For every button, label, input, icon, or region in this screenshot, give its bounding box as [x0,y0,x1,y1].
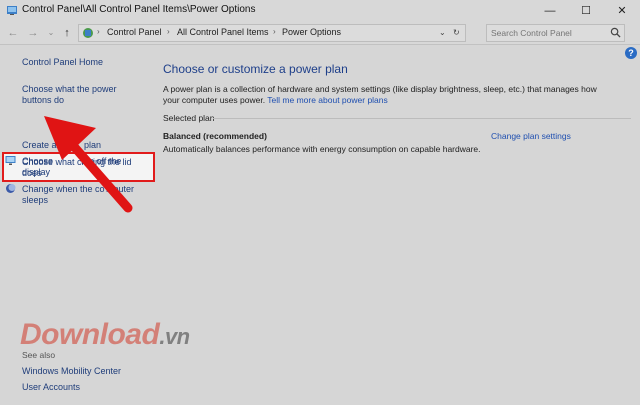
refresh-icon[interactable]: ↻ [453,28,460,37]
sidebar-home-link[interactable]: Control Panel Home [22,57,103,68]
selected-plan-label: Selected plan [163,113,215,123]
sidebar-link-power-buttons[interactable]: Choose what the power buttons do [22,84,117,106]
sidebar-link-create-plan-part[interactable]: Create a [22,140,57,151]
close-button[interactable]: ✕ [604,0,640,22]
sidebar-link-sleep-part[interactable]: mputer [106,184,134,195]
plan-name: Balanced (recommended) [163,131,267,141]
crumb-power-options[interactable]: Power Options [282,27,341,37]
control-panel-icon [7,6,17,15]
learn-more-link[interactable]: Tell me more about power plans [267,95,387,105]
watermark-suffix: .vn [159,324,190,349]
crumb-control-panel[interactable]: Control Panel [107,27,162,37]
sidebar-link-sleep-part[interactable]: sleeps [22,195,48,206]
power-options-window: Control Panel\All Control Panel Items\Po… [0,0,640,405]
monitor-icon [5,156,16,165]
chevron-right-icon: › [97,27,100,36]
sidebar-link-sleep-part[interactable]: Change when the co [22,184,105,195]
title-bar: Control Panel\All Control Panel Items\Po… [0,0,640,22]
chevron-right-icon: › [273,27,276,36]
window-title: Control Panel\All Control Panel Items\Po… [22,4,256,15]
sidebar-link-mobility-center[interactable]: Windows Mobility Center [22,366,121,377]
sidebar-link-create-plan-part[interactable]: plan [84,140,101,151]
watermark-logo: Download.vn [20,318,190,352]
change-plan-settings-link[interactable]: Change plan settings [491,131,571,141]
back-arrow-icon[interactable]: ← [6,26,20,40]
page-title: Choose or customize a power plan [163,62,348,76]
plan-description: Automatically balances performance with … [163,144,481,154]
forward-arrow-icon[interactable]: → [26,26,40,40]
watermark-text: Download [20,318,160,351]
minimize-button[interactable]: — [532,0,568,22]
moon-icon [6,184,16,193]
link-text: Choose what the power [22,84,117,94]
search-input[interactable] [491,26,601,39]
page-description: A power plan is a collection of hardware… [163,84,603,106]
search-box[interactable] [486,24,625,42]
recent-locations-icon[interactable]: ⌄ [44,26,58,40]
sidebar-link-display-part[interactable]: display [22,167,50,178]
sidebar-link-user-accounts[interactable]: User Accounts [22,382,80,393]
sidebar-link-display-part[interactable]: Choose [22,156,53,167]
help-icon[interactable]: ? [625,47,637,59]
breadcrumb[interactable]: › Control Panel › All Control Panel Item… [78,24,466,42]
up-arrow-icon[interactable]: ↑ [60,26,74,40]
control-panel-icon [83,28,93,38]
chevron-down-icon[interactable]: ⌄ [439,28,446,37]
address-bar: ← → ⌄ ↑ › Control Panel › All Control Pa… [0,22,640,45]
search-icon [610,27,621,38]
chevron-right-icon: › [167,27,170,36]
sidebar-link-display-part[interactable]: urn off the [81,156,121,167]
maximize-button[interactable]: ☐ [568,0,604,22]
crumb-all-items[interactable]: All Control Panel Items [177,27,269,37]
link-text: buttons do [22,95,65,105]
divider [213,118,631,119]
